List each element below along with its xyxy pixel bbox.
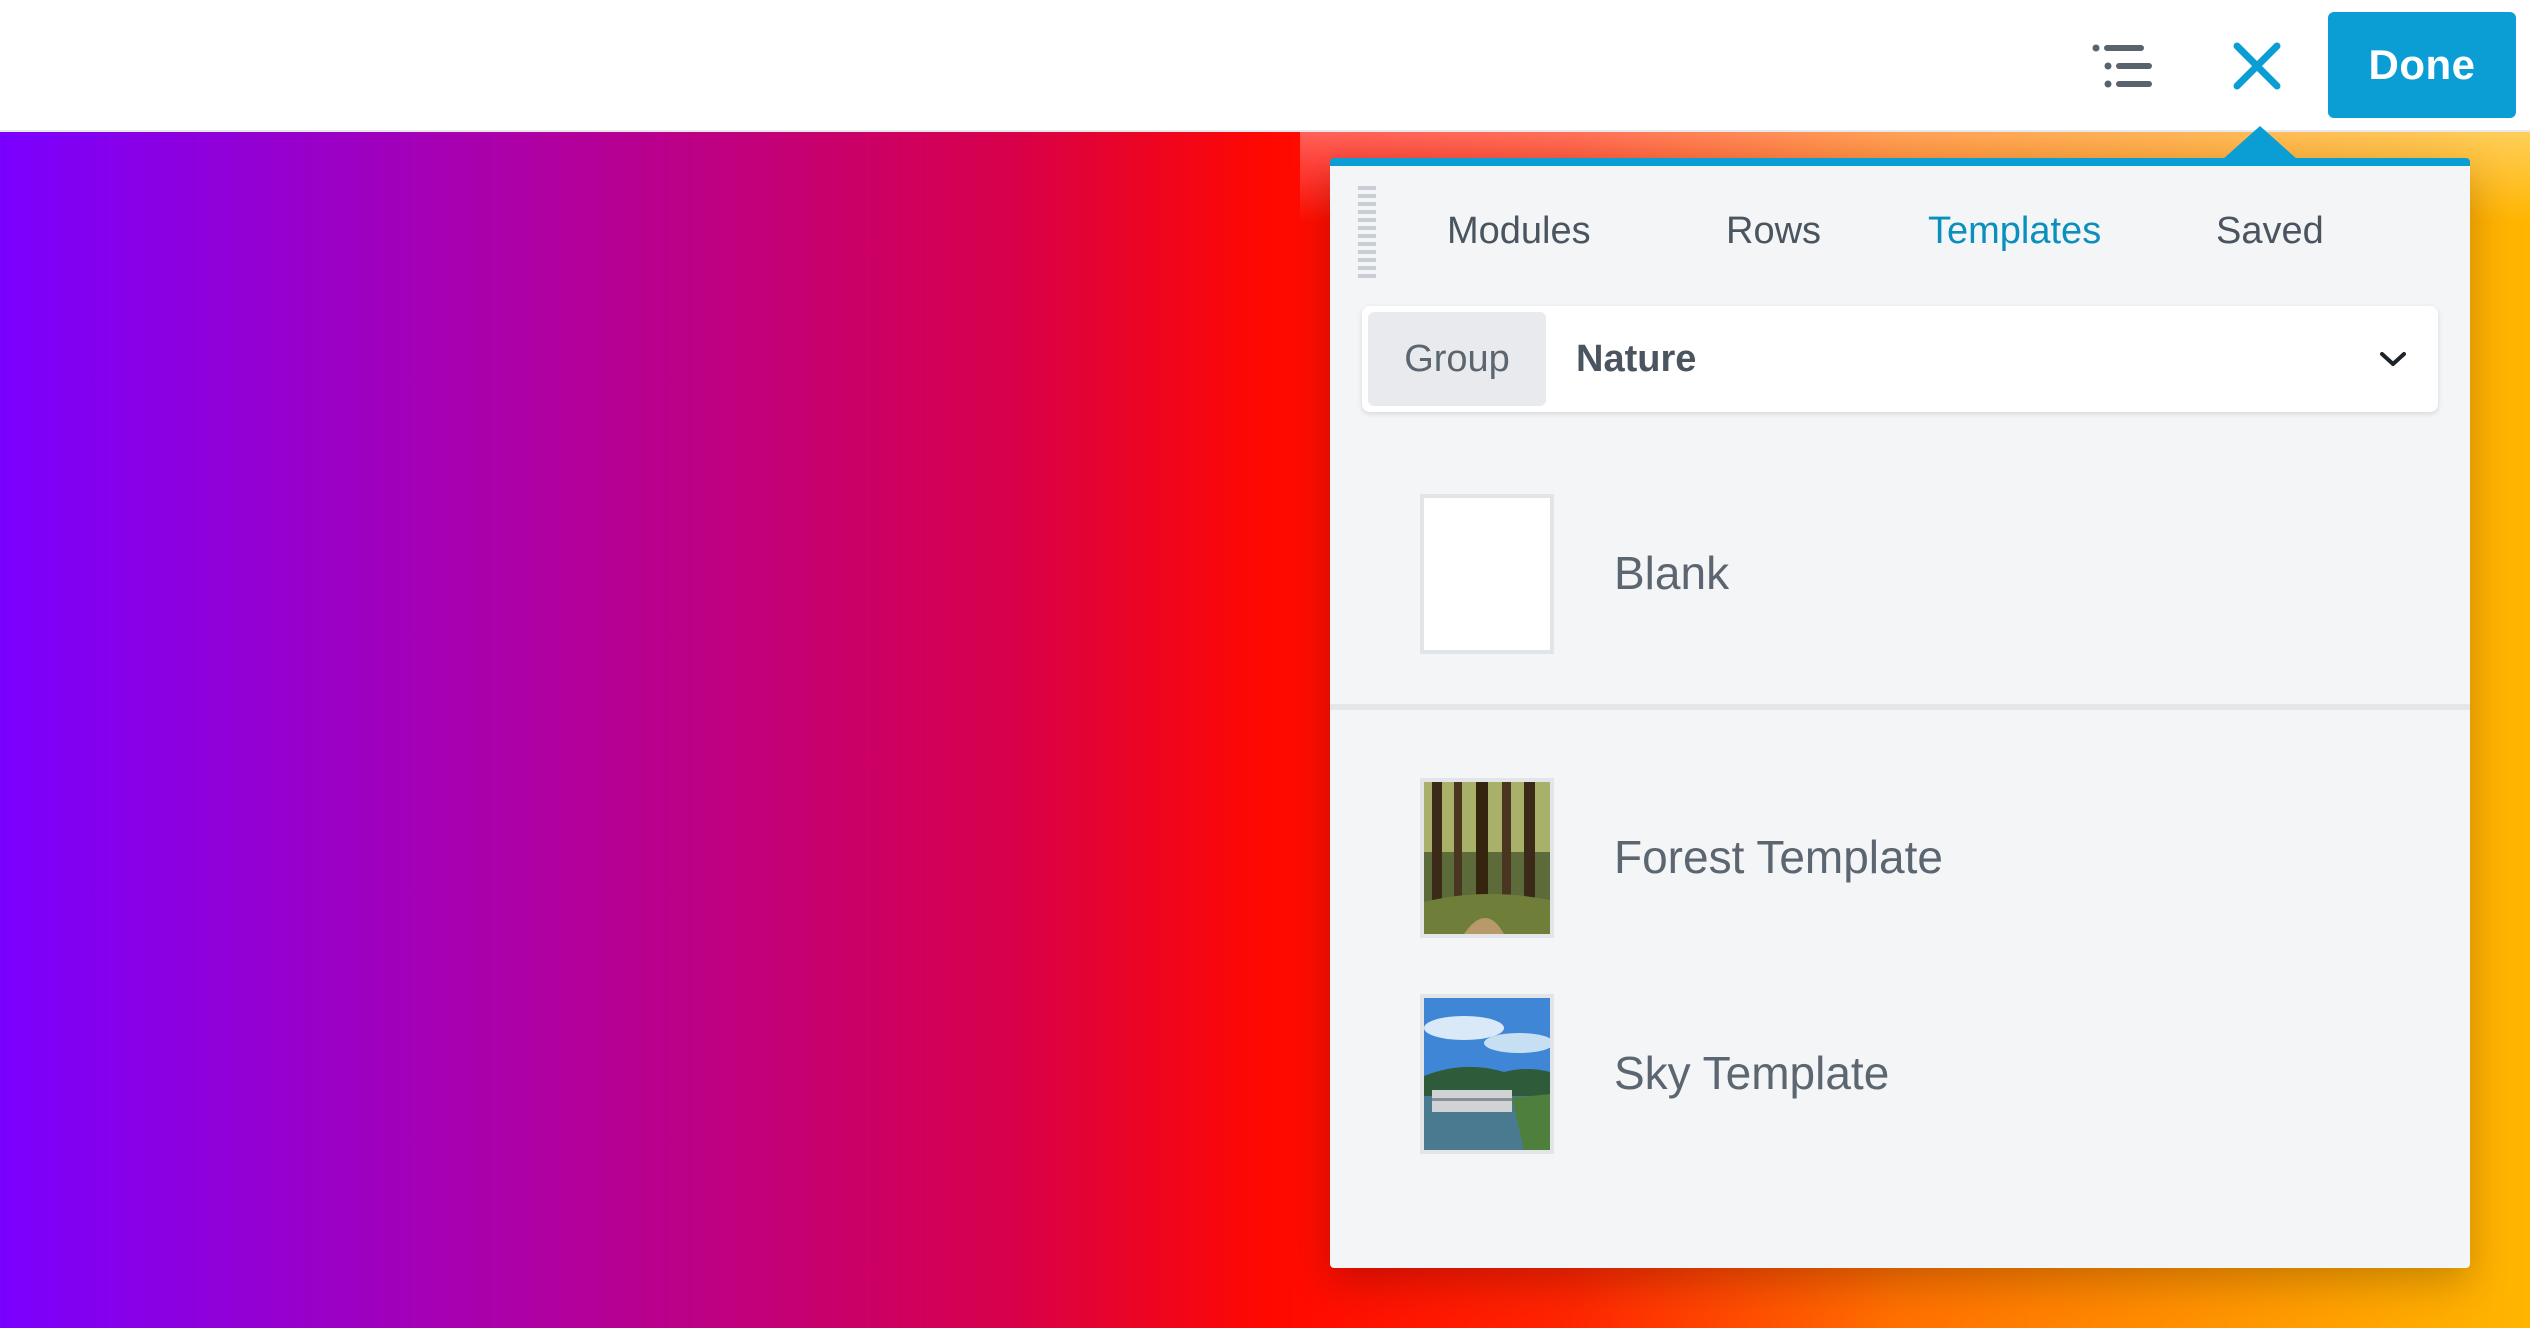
close-icon — [2233, 42, 2281, 90]
content-panel: Modules Rows Templates Saved Group Natur… — [1330, 158, 2470, 1268]
template-item-forest[interactable]: Forest Template — [1330, 778, 2470, 948]
outline-list-icon — [2092, 44, 2152, 88]
builder-top-bar: Done — [0, 0, 2530, 132]
template-item-sky[interactable]: Sky Template — [1330, 994, 2470, 1164]
outline-button[interactable] — [2082, 34, 2162, 98]
forest-thumbnail — [1420, 778, 1554, 938]
close-button[interactable] — [2220, 34, 2294, 98]
done-button[interactable]: Done — [2328, 12, 2516, 118]
tab-saved[interactable]: Saved — [2216, 210, 2324, 253]
tab-modules[interactable]: Modules — [1447, 210, 1591, 253]
panel-pointer-arrow — [2222, 126, 2298, 160]
tab-templates[interactable]: Templates — [1928, 210, 2101, 253]
tab-rows[interactable]: Rows — [1726, 210, 1821, 253]
template-item-blank[interactable]: Blank — [1330, 494, 2470, 664]
chevron-down-icon — [2378, 344, 2408, 374]
group-select[interactable]: Group Nature — [1362, 306, 2438, 412]
template-divider — [1330, 704, 2470, 710]
group-select-value: Nature — [1576, 338, 1697, 380]
panel-tabs: Modules Rows Templates Saved — [1330, 210, 2470, 270]
blank-thumbnail — [1420, 494, 1554, 654]
template-name: Blank — [1614, 547, 1730, 599]
template-name: Sky Template — [1614, 1047, 1890, 1099]
sky-thumbnail — [1420, 994, 1554, 1154]
group-select-label: Group — [1368, 312, 1546, 406]
template-name: Forest Template — [1614, 831, 1943, 883]
